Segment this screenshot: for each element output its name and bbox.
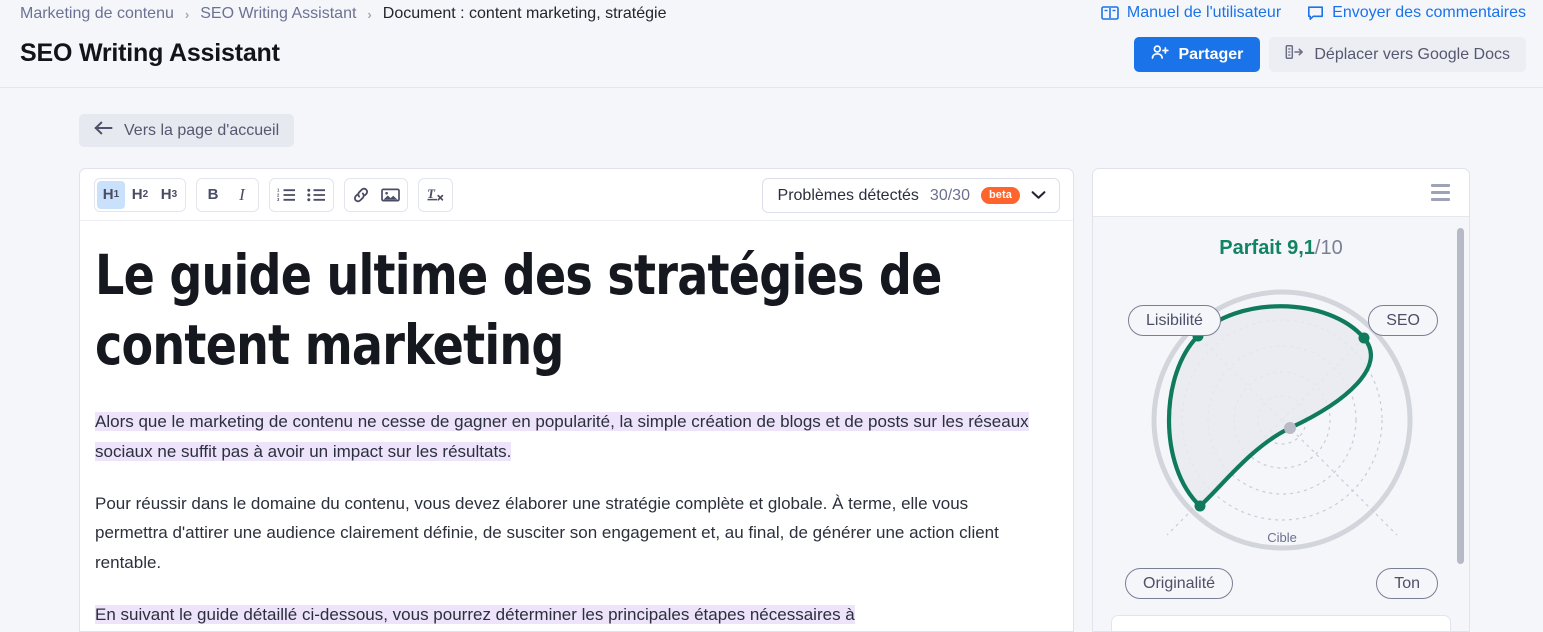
bold-button[interactable]: B <box>199 181 227 209</box>
vertex-originalite <box>1194 500 1206 512</box>
svg-text:3: 3 <box>277 197 280 202</box>
heading-2-label: H <box>131 186 143 203</box>
italic-button[interactable]: I <box>228 181 256 209</box>
share-button[interactable]: Partager <box>1134 37 1261 72</box>
insert-link-button[interactable] <box>347 181 375 209</box>
link-icon <box>352 187 370 203</box>
insert-button-group <box>344 177 408 212</box>
heading-1-sub: 1 <box>113 189 120 200</box>
comment-icon <box>1307 5 1324 21</box>
vertex-seo <box>1358 332 1370 344</box>
document-paragraph-0: Alors que le marketing de contenu ne ces… <box>95 407 1043 467</box>
axis-ton <box>1281 419 1398 536</box>
metric-pill-seo[interactable]: SEO <box>1368 305 1438 336</box>
ordered-list-icon: 1 2 3 <box>277 187 296 202</box>
score-rating-label: Parfait <box>1219 237 1282 259</box>
vertex-ton <box>1284 422 1296 434</box>
header-actions: Partager Déplacer vers Google Docs <box>1134 37 1526 72</box>
document-title: Le guide ultime des stratégies de conten… <box>95 243 942 377</box>
score-panel-body: Parfait 9,1/10 Lisibilité SEO Ton Origin… <box>1093 217 1469 631</box>
breadcrumb-separator-icon: › <box>184 6 190 22</box>
insert-image-button[interactable] <box>376 181 405 209</box>
user-manual-link[interactable]: Manuel de l'utilisateur <box>1101 4 1281 22</box>
book-icon <box>1101 5 1119 21</box>
heading-2-button[interactable]: H2 <box>126 181 154 209</box>
heading-1-button[interactable]: H1 <box>97 180 125 209</box>
breadcrumb-item-2: Document : content marketing, stratégie <box>382 5 667 22</box>
document-paragraph-2: En suivant le guide détaillé ci-dessous,… <box>95 600 1043 630</box>
arrow-left-icon <box>94 121 113 140</box>
back-to-home-button[interactable]: Vers la page d'accueil <box>79 114 295 147</box>
metric-pill-lisibilite[interactable]: Lisibilité <box>1128 305 1221 336</box>
breadcrumb-item-0[interactable]: Marketing de contenu <box>20 5 174 23</box>
breadcrumb-separator-icon: › <box>367 6 372 22</box>
text-style-button-group: B I <box>196 177 259 212</box>
heading-3-sub: 3 <box>171 189 178 200</box>
user-manual-label: Manuel de l'utilisateur <box>1126 4 1282 21</box>
metric-pill-originalite[interactable]: Originalité <box>1125 568 1234 599</box>
score-denominator: /10 <box>1314 237 1343 259</box>
target-label: Cible <box>1267 530 1297 545</box>
heading-button-group: H1 H2 H3 <box>94 177 186 212</box>
bullet-list-icon <box>307 187 326 202</box>
hamburger-menu-icon[interactable] <box>1431 184 1450 201</box>
heading-3-label: H <box>160 186 172 203</box>
issues-detected-count: 30/30 <box>929 186 970 204</box>
share-button-label: Partager <box>1178 45 1244 63</box>
send-feedback-link[interactable]: Envoyer des commentaires <box>1307 4 1526 22</box>
issues-detected-label: Problèmes détectés <box>777 186 919 204</box>
page-title: SEO Writing Assistant <box>20 39 280 67</box>
highlighted-text: En suivant le guide détaillé ci-dessous,… <box>95 605 855 625</box>
heading-3-button[interactable]: H3 <box>155 181 183 209</box>
overall-score: Parfait 9,1/10 <box>1093 217 1469 260</box>
panel-next-card <box>1111 615 1451 631</box>
image-icon <box>381 187 400 203</box>
move-to-doc-icon <box>1285 44 1304 65</box>
list-button-group: 1 2 3 <box>269 177 334 212</box>
workspace: Vers la page d'accueil H1 H2 H3 B I 1 2 <box>0 88 1543 632</box>
heading-2-sub: 2 <box>142 189 149 200</box>
score-value: 9,1 <box>1287 237 1315 259</box>
panel-scrollbar[interactable] <box>1457 228 1464 564</box>
beta-badge: beta <box>980 187 1020 204</box>
issues-detected-dropdown[interactable]: Problèmes détectés 30/30 beta <box>761 178 1060 213</box>
score-panel: Parfait 9,1/10 Lisibilité SEO Ton Origin… <box>1092 168 1470 632</box>
svg-text:T: T <box>427 186 436 201</box>
header-links: Manuel de l'utilisateur Envoyer des comm… <box>1101 4 1526 22</box>
user-plus-icon <box>1151 44 1170 65</box>
bullet-list-button[interactable] <box>302 181 331 209</box>
send-feedback-label: Envoyer des commentaires <box>1332 4 1526 21</box>
top-bar: Marketing de contenu › SEO Writing Assis… <box>0 0 1543 88</box>
ordered-list-button[interactable]: 1 2 3 <box>272 181 301 209</box>
move-to-google-docs-button[interactable]: Déplacer vers Google Docs <box>1269 37 1526 72</box>
metric-pill-ton[interactable]: Ton <box>1376 568 1438 599</box>
chevron-down-icon <box>1031 187 1046 205</box>
editor-toolbar: H1 H2 H3 B I 1 2 3 T Problèmes détectés … <box>80 169 1073 221</box>
radar-chart: Lisibilité SEO Ton Originalité Cible <box>1093 260 1469 599</box>
clear-formatting-icon: T <box>426 186 445 203</box>
breadcrumb-item-1[interactable]: SEO Writing Assistant <box>200 5 356 23</box>
heading-1-label: H <box>102 186 114 203</box>
clear-formatting-button[interactable]: T <box>421 181 450 209</box>
clear-format-button-group: T <box>418 177 453 212</box>
editor-card: H1 H2 H3 B I 1 2 3 T Problèmes détectés … <box>79 168 1074 632</box>
document-content[interactable]: Le guide ultime des stratégies de conten… <box>80 221 1073 631</box>
back-to-home-label: Vers la page d'accueil <box>124 121 280 139</box>
breadcrumb: Marketing de contenu › SEO Writing Assis… <box>20 5 666 23</box>
move-to-google-docs-label: Déplacer vers Google Docs <box>1314 45 1510 63</box>
document-paragraph-1: Pour réussir dans le domaine du contenu,… <box>95 493 999 573</box>
score-panel-header <box>1093 169 1469 217</box>
highlighted-text: Alors que le marketing de contenu ne ces… <box>95 411 1029 461</box>
